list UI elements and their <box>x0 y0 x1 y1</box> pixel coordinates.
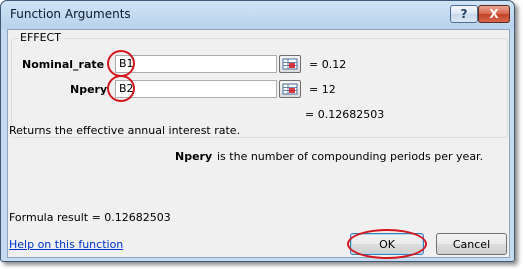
help-link[interactable]: Help on this function <box>9 238 123 251</box>
nominal-rate-input[interactable]: B1 <box>115 55 277 73</box>
cancel-button[interactable]: Cancel <box>436 233 507 255</box>
range-select-icon <box>282 83 298 95</box>
npery-input[interactable]: B2 <box>115 80 277 98</box>
ok-button[interactable]: OK <box>350 233 424 255</box>
arguments-group: EFFECT Nominal_rate B1 = 0.12 Npery B2 =… <box>11 31 508 138</box>
help-button[interactable]: ? <box>450 5 478 23</box>
dialog-title: Function Arguments <box>10 7 131 21</box>
close-icon: X <box>489 7 499 21</box>
argument-help-name: Npery <box>175 150 213 163</box>
function-name-label: EFFECT <box>18 31 63 44</box>
cancel-button-label: Cancel <box>452 237 491 251</box>
range-select-icon <box>282 58 298 70</box>
nominal-rate-collapse-button[interactable] <box>279 55 301 73</box>
dialog-body: EFFECT Nominal_rate B1 = 0.12 Npery B2 =… <box>7 29 510 259</box>
question-icon: ? <box>460 7 468 21</box>
title-bar[interactable]: Function Arguments ? X <box>1 1 514 28</box>
argument-help-text: is the number of compounding periods per… <box>217 150 484 163</box>
npery-label: Npery <box>70 83 108 96</box>
function-result: = 0.12682503 <box>305 108 385 121</box>
function-arguments-dialog: Function Arguments ? X EFFECT Nominal_ra… <box>0 0 515 262</box>
formula-result: Formula result = 0.12682503 <box>9 211 171 224</box>
ok-button-label: OK <box>379 237 395 251</box>
close-button[interactable]: X <box>478 5 510 23</box>
npery-collapse-button[interactable] <box>279 80 301 98</box>
npery-result: = 12 <box>309 83 336 96</box>
nominal-rate-result: = 0.12 <box>309 58 347 71</box>
function-description: Returns the effective annual interest ra… <box>9 124 241 137</box>
nominal-rate-label: Nominal_rate <box>22 58 105 71</box>
